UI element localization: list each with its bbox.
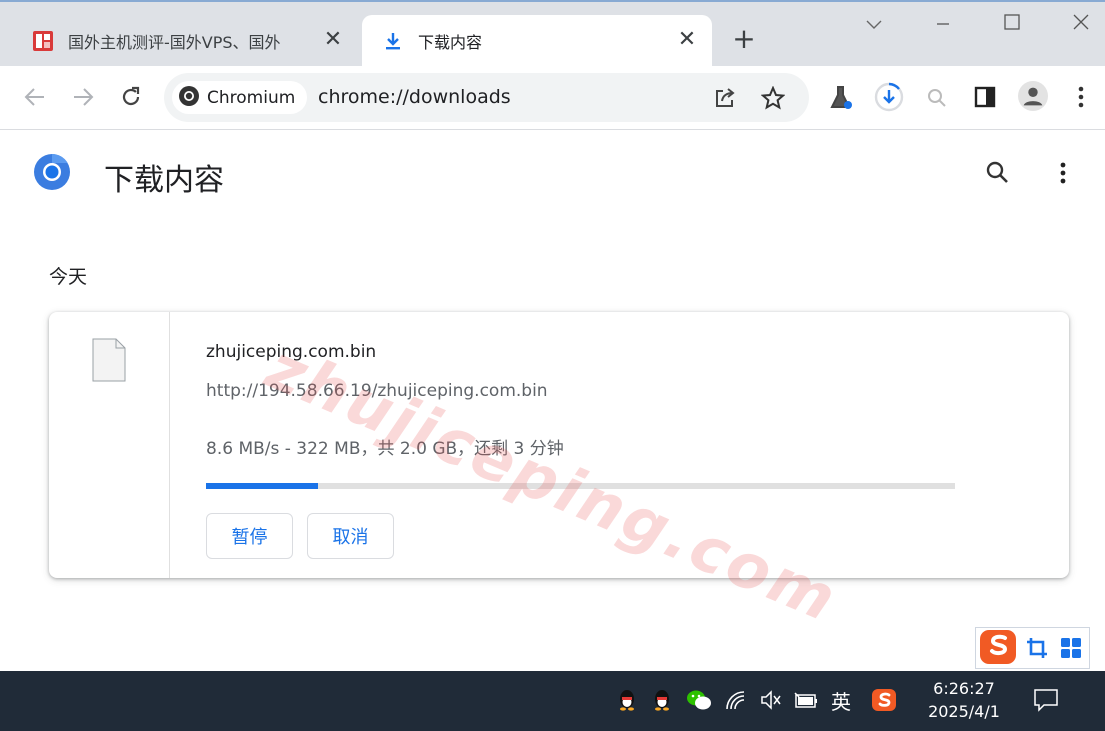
chromium-logo-icon: [33, 153, 71, 195]
cancel-button[interactable]: 取消: [307, 513, 394, 559]
reload-icon[interactable]: [116, 82, 146, 112]
close-icon[interactable]: [1066, 10, 1096, 40]
forward-arrow-icon[interactable]: [68, 82, 98, 112]
download-progress-icon[interactable]: [874, 82, 904, 112]
download-item-card: zhujiceping.com.bin http://194.58.66.19/…: [49, 312, 1069, 578]
taskbar-clock[interactable]: 6:26:27 2025/4/1: [914, 677, 1014, 723]
notification-center-icon[interactable]: [1033, 687, 1059, 713]
site-logo-icon: [32, 30, 54, 52]
sogou-tray-icon[interactable]: [871, 687, 897, 713]
tab-close-button[interactable]: ✕: [676, 29, 698, 51]
ime-language-indicator[interactable]: 英: [828, 687, 854, 714]
chromium-logo-icon: [178, 85, 200, 111]
tab-title: 国外主机测评-国外VPS、国外: [68, 32, 281, 52]
chevron-down-icon[interactable]: [859, 10, 889, 40]
wechat-icon[interactable]: [686, 687, 712, 713]
battery-charging-icon[interactable]: [793, 687, 819, 713]
side-panel-icon[interactable]: [970, 82, 1000, 112]
ime-floating-bar: [975, 627, 1090, 669]
site-chip[interactable]: Chromium: [172, 81, 308, 114]
search-icon[interactable]: [985, 160, 1009, 188]
zoom-search-icon[interactable]: [922, 83, 952, 113]
site-chip-label: Chromium: [207, 87, 296, 108]
taskbar: 英 6:26:27 2025/4/1: [0, 671, 1105, 731]
tab-zhujiceping[interactable]: 国外主机测评-国外VPS、国外 ✕: [18, 15, 358, 66]
sogou-logo-icon[interactable]: [978, 626, 1018, 670]
volume-muted-icon[interactable]: [758, 687, 784, 713]
labs-flask-icon[interactable]: [826, 83, 856, 113]
tab-downloads[interactable]: 下载内容 ✕: [362, 15, 712, 66]
qq-penguin-icon[interactable]: [614, 687, 640, 713]
toolbar: Chromium chrome://downloads: [0, 66, 1105, 130]
progress-bar-fill: [206, 483, 319, 489]
date-section-label: 今天: [49, 266, 88, 288]
qq-penguin-icon[interactable]: [649, 687, 675, 713]
bookmark-star-icon[interactable]: [758, 83, 788, 113]
progress-bar: [206, 483, 955, 489]
card-divider: [169, 312, 170, 578]
page-title: 下载内容: [104, 163, 224, 198]
omnibox[interactable]: Chromium chrome://downloads: [164, 73, 809, 122]
share-icon[interactable]: [710, 83, 740, 113]
url-text[interactable]: chrome://downloads: [318, 86, 511, 108]
profile-avatar-icon[interactable]: [1018, 81, 1048, 111]
file-name-link[interactable]: zhujiceping.com.bin: [206, 342, 376, 362]
wifi-icon[interactable]: [723, 687, 749, 713]
tab-close-button[interactable]: ✕: [322, 29, 344, 51]
page-header: 下载内容: [0, 130, 1105, 220]
pause-button[interactable]: 暂停: [206, 513, 293, 559]
crop-icon[interactable]: [1026, 637, 1048, 663]
toolbox-grid-icon[interactable]: [1060, 637, 1082, 663]
maximize-icon[interactable]: [997, 10, 1027, 40]
minimize-icon[interactable]: [928, 10, 958, 40]
tab-title: 下载内容: [418, 32, 483, 52]
clock-time: 6:26:27: [933, 679, 995, 698]
back-arrow-icon[interactable]: [20, 82, 50, 112]
download-icon: [382, 30, 404, 52]
download-status-text: 8.6 MB/s - 322 MB，共 2.0 GB，还剩 3 分钟: [206, 439, 564, 459]
file-icon: [92, 338, 126, 386]
file-source-url[interactable]: http://194.58.66.19/zhujiceping.com.bin: [206, 381, 548, 401]
tab-strip: 国外主机测评-国外VPS、国外 ✕ 下载内容 ✕ +: [0, 0, 1105, 66]
clock-date: 2025/4/1: [928, 702, 1000, 721]
new-tab-button[interactable]: +: [730, 25, 758, 54]
page-more-menu-icon[interactable]: [1060, 161, 1066, 189]
more-menu-icon[interactable]: [1066, 82, 1096, 112]
